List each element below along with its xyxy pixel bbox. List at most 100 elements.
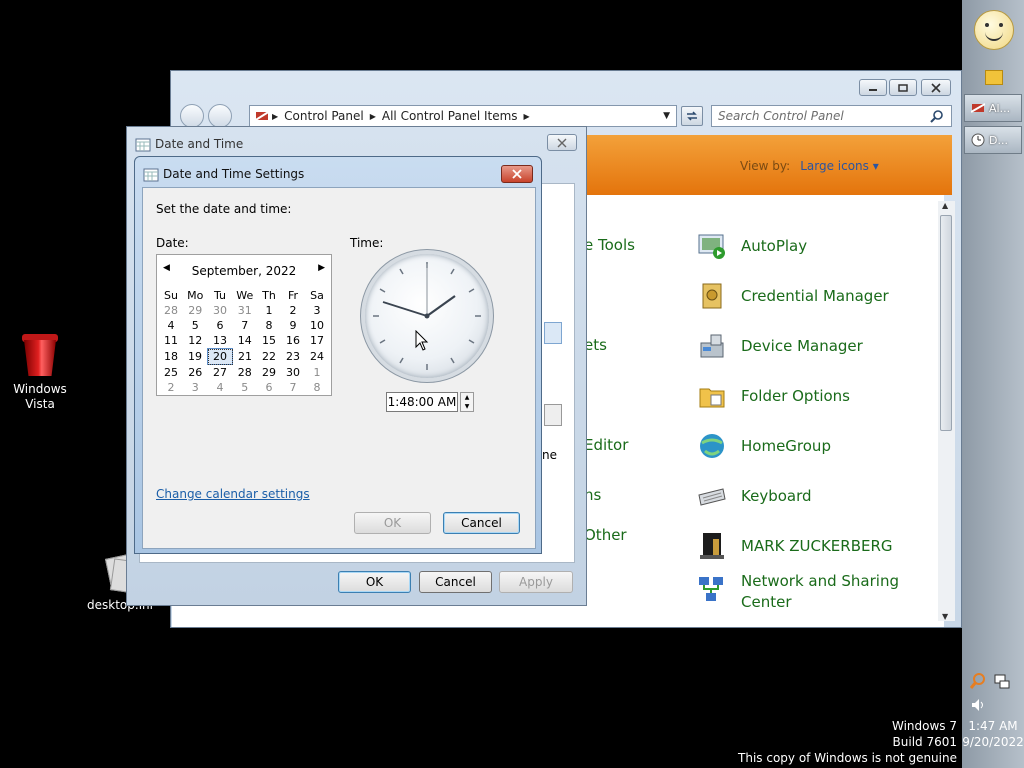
close-button[interactable] (501, 165, 533, 183)
back-button[interactable] (180, 104, 204, 128)
search-icon[interactable] (930, 109, 944, 123)
calendar-day[interactable]: 4 (159, 318, 183, 333)
calendar-day[interactable]: 17 (305, 333, 329, 349)
refresh-icon (687, 111, 697, 121)
calendar-day[interactable]: 1 (257, 303, 281, 318)
calendar-day[interactable]: 24 (305, 349, 329, 365)
ok-button[interactable]: OK (338, 571, 411, 593)
calendar-day[interactable]: 14 (233, 333, 258, 349)
calendar-day[interactable]: 28 (159, 303, 183, 318)
calendar-day[interactable]: 16 (281, 333, 305, 349)
calendar-month-year[interactable]: September, 2022 (157, 264, 331, 278)
calendar-day[interactable]: 3 (305, 303, 329, 318)
refresh-button[interactable] (681, 106, 703, 126)
calendar-day[interactable]: 21 (233, 349, 258, 365)
cp-item-user-account[interactable]: MARK ZUCKERBERG (697, 531, 893, 561)
forward-button[interactable] (208, 104, 232, 128)
partial-item-label[interactable]: Editor (584, 436, 628, 454)
start-orb-smiley-icon[interactable] (974, 10, 1014, 50)
network-tray-icon[interactable] (994, 673, 1010, 689)
calendar[interactable]: ◀ September, 2022 ▶ Su Mo Tu We Th Fr Sa… (156, 254, 332, 396)
volume-tray-icon[interactable] (970, 697, 986, 713)
cancel-button[interactable]: Cancel (419, 571, 492, 593)
partial-item-label[interactable]: Other (584, 526, 627, 544)
calendar-day[interactable]: 8 (305, 380, 329, 395)
calendar-day[interactable]: 1 (305, 365, 329, 381)
cp-item-folder-options[interactable]: Folder Options (697, 381, 850, 411)
calendar-day[interactable]: 19 (183, 349, 208, 365)
close-button[interactable] (547, 134, 577, 151)
desktop-icon-recycle-bin[interactable]: Windows Vista (4, 334, 76, 412)
next-month-icon[interactable]: ▶ (318, 263, 325, 273)
calendar-day[interactable]: 7 (281, 380, 305, 395)
calendar-day[interactable]: 8 (257, 318, 281, 333)
calendar-day-selected[interactable]: 20 (207, 348, 233, 365)
calendar-day[interactable]: 15 (257, 333, 281, 349)
partial-item-label[interactable]: e Tools (584, 236, 635, 254)
time-input[interactable]: 1:48:00 AM (386, 392, 458, 412)
calendar-day[interactable]: 11 (159, 333, 183, 349)
calendar-day[interactable]: 29 (183, 303, 208, 318)
close-button[interactable] (921, 79, 951, 96)
calendar-day[interactable]: 9 (281, 318, 305, 333)
calendar-day[interactable]: 27 (208, 365, 233, 381)
scrollbar-thumb[interactable] (940, 215, 952, 431)
spin-up-icon[interactable]: ▲ (461, 393, 473, 402)
search-input[interactable] (712, 108, 930, 124)
cancel-button[interactable]: Cancel (443, 512, 520, 534)
calendar-day[interactable]: 28 (233, 365, 258, 381)
cp-item-device-manager[interactable]: Device Manager (697, 331, 863, 361)
scroll-up-icon[interactable]: ▲ (942, 201, 948, 210)
spin-down-icon[interactable]: ▼ (461, 402, 473, 411)
search-box[interactable] (711, 105, 952, 127)
calendar-day[interactable]: 6 (257, 380, 281, 395)
calendar-day[interactable]: 23 (281, 349, 305, 365)
address-bar[interactable]: ▶ Control Panel ▶ All Control Panel Item… (249, 105, 677, 127)
panel-button-edge[interactable] (544, 322, 562, 344)
cp-item-autoplay[interactable]: AutoPlay (697, 231, 807, 261)
change-calendar-settings-link[interactable]: Change calendar settings (156, 487, 310, 501)
vertical-scrollbar[interactable]: ▲ ▼ (938, 201, 955, 621)
search-tray-icon[interactable] (970, 673, 986, 689)
calendar-day[interactable]: 29 (257, 365, 281, 381)
calendar-day[interactable]: 5 (183, 318, 208, 333)
cp-item-keyboard[interactable]: Keyboard (697, 481, 812, 511)
calendar-day[interactable]: 13 (208, 333, 233, 349)
breadcrumb-control-panel[interactable]: Control Panel (284, 109, 364, 123)
watermark-line: Build 7601 (892, 735, 957, 749)
view-by-dropdown[interactable]: Large icons ▾ (800, 159, 879, 173)
calendar-day[interactable]: 12 (183, 333, 208, 349)
calendar-day[interactable]: 4 (208, 380, 233, 395)
address-dropdown-icon[interactable]: ▼ (663, 111, 670, 121)
weekday: Th (262, 288, 276, 302)
time-spinner[interactable]: ▲ ▼ (460, 392, 474, 412)
folder-icon[interactable] (985, 70, 1003, 85)
partial-item-label[interactable]: ets (584, 336, 607, 354)
calendar-day[interactable]: 30 (281, 365, 305, 381)
panel-button-edge[interactable] (544, 404, 562, 426)
taskbar-button-admin[interactable]: Al... (964, 94, 1022, 122)
calendar-day[interactable]: 6 (208, 318, 233, 333)
calendar-day[interactable]: 5 (233, 380, 258, 395)
cp-item-network-sharing[interactable]: Network and Sharing Center (697, 571, 899, 613)
calendar-day[interactable]: 10 (305, 318, 329, 333)
cp-item-credential-manager[interactable]: Credential Manager (697, 281, 889, 311)
calendar-day[interactable]: 26 (183, 365, 208, 381)
calendar-day[interactable]: 30 (208, 303, 233, 318)
calendar-day[interactable]: 25 (159, 365, 183, 381)
calendar-day[interactable]: 22 (257, 349, 281, 365)
weekday: We (236, 288, 254, 302)
calendar-day[interactable]: 18 (159, 349, 183, 365)
minimize-button[interactable] (859, 79, 887, 96)
scroll-down-icon[interactable]: ▼ (942, 612, 948, 621)
breadcrumb-all-items[interactable]: All Control Panel Items (382, 109, 518, 123)
calendar-day[interactable]: 2 (281, 303, 305, 318)
calendar-day[interactable]: 3 (183, 380, 208, 395)
cp-item-homegroup[interactable]: HomeGroup (697, 431, 831, 461)
taskbar-button-date-time[interactable]: D... (964, 126, 1022, 154)
calendar-day[interactable]: 31 (233, 303, 258, 318)
taskbar-clock[interactable]: 1:47 AM 9/20/2022 (962, 718, 1024, 750)
calendar-day[interactable]: 7 (233, 318, 258, 333)
calendar-day[interactable]: 2 (159, 380, 183, 395)
maximize-button[interactable] (889, 79, 917, 96)
